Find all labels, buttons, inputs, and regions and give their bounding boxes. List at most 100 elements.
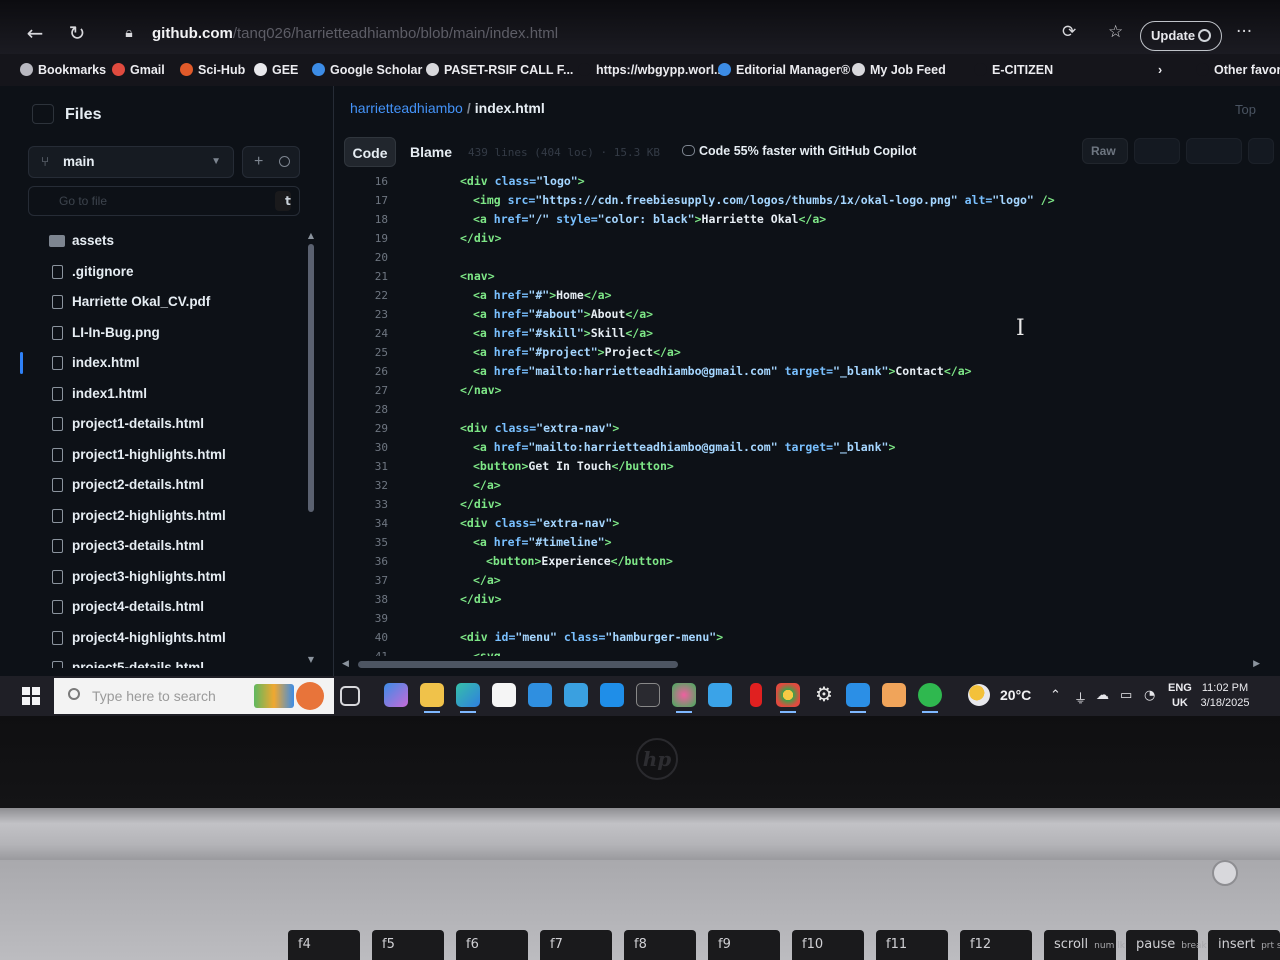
vscode-icon[interactable] [846, 683, 870, 713]
bookmark-item[interactable]: Bookmarks [20, 60, 106, 80]
copilot-app-icon[interactable] [384, 683, 408, 707]
line-number[interactable]: 28 [348, 400, 388, 419]
line-number[interactable]: 17 [348, 191, 388, 210]
tree-file[interactable]: index.html [14, 348, 310, 378]
file-tree-scrollbar[interactable]: ▲ ▼ [306, 232, 316, 664]
tree-file[interactable]: project2-details.html [14, 470, 310, 500]
code-viewer[interactable]: 16 <div class="logo"> 17 <img src="https://… [334, 172, 1264, 656]
tree-file[interactable]: project1-highlights.html [14, 440, 310, 470]
chrome-icon[interactable] [776, 683, 800, 713]
chevron-up-icon[interactable]: ⌃ [1050, 688, 1061, 703]
code-horizontal-scrollbar[interactable]: ◀ ▶ [340, 658, 1262, 670]
bookmark-item[interactable]: My Job Feed [852, 60, 946, 80]
line-number[interactable]: 33 [348, 495, 388, 514]
add-file-button[interactable]: + [242, 146, 300, 178]
top-link[interactable]: Top [1235, 102, 1256, 117]
edge-icon[interactable] [456, 683, 480, 713]
notes-app-icon[interactable] [882, 683, 906, 707]
favorites-icon[interactable]: ☆ [1108, 22, 1123, 42]
line-number[interactable]: 29 [348, 419, 388, 438]
bookmark-item[interactable]: Gmail [112, 60, 165, 80]
snipping-tool-icon[interactable] [708, 683, 732, 707]
line-number[interactable]: 41 [348, 647, 388, 656]
raw-button[interactable]: Raw [1082, 138, 1128, 164]
tree-file[interactable]: project1-details.html [14, 409, 310, 439]
line-number[interactable]: 26 [348, 362, 388, 381]
whatsapp-icon[interactable] [918, 683, 942, 713]
edit-button[interactable] [1186, 138, 1242, 164]
line-number[interactable]: 37 [348, 571, 388, 590]
chrome-profile-icon[interactable] [672, 683, 696, 713]
tree-file[interactable]: project4-details.html [14, 592, 310, 622]
refresh-icon[interactable]: ↻ [64, 20, 90, 46]
line-number[interactable]: 40 [348, 628, 388, 647]
tab-code[interactable]: Code [344, 137, 396, 167]
line-number[interactable]: 25 [348, 343, 388, 362]
mail-icon[interactable] [528, 683, 552, 707]
lock-icon[interactable]: 🔒︎ [116, 20, 142, 46]
bookmark-item[interactable]: GEE [254, 60, 298, 80]
line-number[interactable]: 20 [348, 248, 388, 267]
file-explorer-icon[interactable] [420, 683, 444, 713]
line-number[interactable]: 36 [348, 552, 388, 571]
scroll-up-icon[interactable]: ▲ [306, 232, 316, 240]
terminal-icon[interactable] [636, 683, 660, 707]
taskbar-search-input[interactable]: Type here to search [54, 678, 334, 714]
clock[interactable]: 11:02 PM 3/18/2025 [1196, 681, 1254, 711]
tree-file[interactable]: project4-highlights.html [14, 623, 310, 653]
update-button[interactable]: Update [1140, 21, 1222, 51]
task-view-icon[interactable] [340, 686, 360, 706]
search-icon[interactable] [279, 156, 290, 167]
line-number[interactable]: 30 [348, 438, 388, 457]
tree-folder[interactable]: assets [14, 226, 310, 256]
collapse-sidebar-icon[interactable] [32, 104, 54, 124]
bookmark-item[interactable]: Editorial Manager® [718, 60, 850, 80]
line-number[interactable]: 22 [348, 286, 388, 305]
bookmarks-overflow-icon[interactable]: › [1158, 60, 1162, 80]
tree-file[interactable]: .gitignore [14, 257, 310, 287]
line-number[interactable]: 21 [348, 267, 388, 286]
symbols-button[interactable] [1248, 138, 1274, 164]
language-indicator[interactable]: ENG UK [1168, 681, 1192, 711]
tree-file[interactable]: index1.html [14, 379, 310, 409]
address-bar[interactable]: github.com/tanq026/harrietteadhiambo/blo… [152, 18, 952, 50]
usb-icon[interactable]: ⏚ [1074, 688, 1087, 707]
extensions-icon[interactable]: ⟳ [1062, 22, 1076, 42]
go-to-file-input[interactable]: Go to file t [28, 186, 300, 216]
scroll-left-icon[interactable]: ◀ [342, 659, 349, 669]
msn-weather-icon[interactable] [564, 683, 588, 707]
tree-file[interactable]: project2-highlights.html [14, 501, 310, 531]
netflix-icon[interactable] [750, 683, 762, 707]
line-number[interactable]: 31 [348, 457, 388, 476]
tree-file[interactable]: project3-highlights.html [14, 562, 310, 592]
line-number[interactable]: 27 [348, 381, 388, 400]
line-number[interactable]: 35 [348, 533, 388, 552]
cloud-icon[interactable]: ☁ [1096, 688, 1109, 703]
wifi-icon[interactable]: ◔ [1144, 688, 1155, 703]
settings-gear-icon[interactable]: ⚙ [812, 683, 836, 707]
calendar-icon[interactable] [492, 683, 516, 707]
tree-file[interactable]: LI-In-Bug.png [14, 318, 310, 348]
hscroll-thumb[interactable] [358, 661, 678, 668]
line-number[interactable]: 38 [348, 590, 388, 609]
bookmark-item[interactable]: https://wbgypp.worl... [578, 60, 724, 80]
line-number[interactable]: 32 [348, 476, 388, 495]
back-icon[interactable]: ← [22, 20, 48, 46]
battery-icon[interactable]: ▭ [1120, 688, 1132, 703]
line-number[interactable]: 19 [348, 229, 388, 248]
store-icon[interactable] [600, 683, 624, 707]
line-number[interactable]: 18 [348, 210, 388, 229]
bookmark-item[interactable]: PASET-RSIF CALL F... [426, 60, 573, 80]
bookmark-item[interactable]: Google Scholar [312, 60, 422, 80]
line-number[interactable]: 39 [348, 609, 388, 628]
breadcrumb-repo-link[interactable]: harrietteadhiambo [350, 100, 463, 116]
copilot-promo[interactable]: Code 55% faster with GitHub Copilot [682, 144, 916, 158]
bookmark-item[interactable]: Other favorites [1196, 60, 1280, 80]
bookmark-item[interactable]: E-CITIZEN [974, 60, 1053, 80]
branch-selector[interactable]: ⑂ main ▼ [28, 146, 234, 178]
bookmark-item[interactable]: Sci-Hub [180, 60, 245, 80]
temperature[interactable]: 20°C [1000, 687, 1031, 703]
more-menu-icon[interactable]: ··· [1236, 22, 1252, 42]
tab-blame[interactable]: Blame [402, 137, 460, 167]
line-number[interactable]: 34 [348, 514, 388, 533]
